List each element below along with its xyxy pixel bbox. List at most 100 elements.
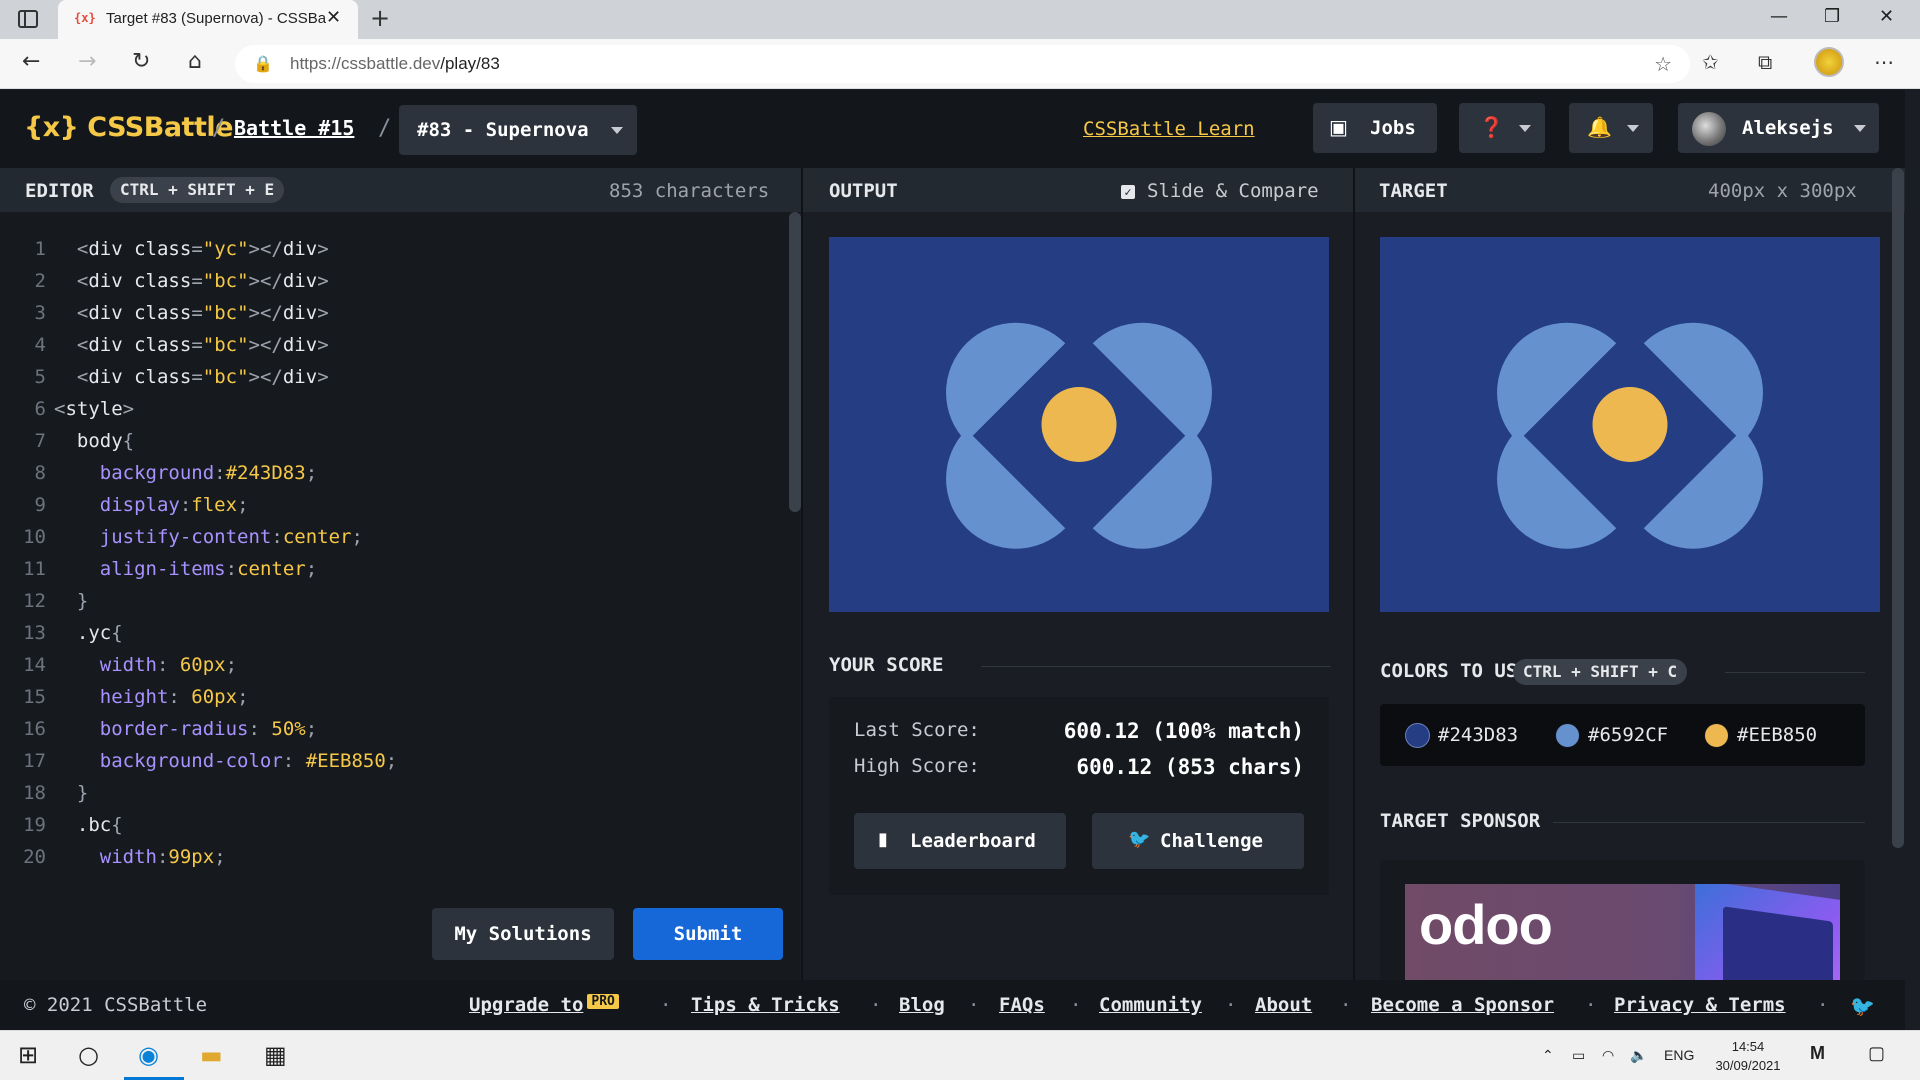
address-bar[interactable]: 🔒 https://cssbattle.dev/play/83 ☆ xyxy=(235,45,1690,83)
close-tab-icon[interactable]: ✕ xyxy=(326,7,341,28)
code-line[interactable]: 14 width: 60px; xyxy=(0,654,780,686)
high-score-value: 600.12 (853 chars) xyxy=(1076,755,1304,779)
maximize-icon[interactable]: ❐ xyxy=(1824,6,1840,27)
code-line[interactable]: 15 height: 60px; xyxy=(0,686,780,718)
code-line[interactable]: 19 .bc{ xyxy=(0,814,780,846)
collections-icon[interactable]: ⧉ xyxy=(1758,50,1772,74)
clock[interactable]: 14:54 30/09/2021 xyxy=(1708,1037,1788,1075)
sponsor-card[interactable]: odoo xyxy=(1380,860,1865,980)
challenge-button[interactable]: 🐦 Challenge xyxy=(1092,813,1304,869)
code-line[interactable]: 9 display:flex; xyxy=(0,494,780,526)
output-canvas[interactable] xyxy=(829,237,1329,612)
favorites-icon[interactable]: ✩ xyxy=(1702,50,1719,74)
tips-link[interactable]: Tips & Tricks xyxy=(691,994,840,1016)
code-text: justify-content:center; xyxy=(99,526,363,548)
browser-toolbar: ← → ↻ ⌂ 🔒 https://cssbattle.dev/play/83 … xyxy=(0,39,1920,89)
close-window-icon[interactable]: ✕ xyxy=(1879,6,1894,27)
code-line[interactable]: 1 <div class="yc"></div> xyxy=(0,238,780,270)
code-line[interactable]: 10 justify-content:center; xyxy=(0,526,780,558)
upgrade-link[interactable]: Upgrade to PRO xyxy=(469,994,619,1016)
editor-title: EDITOR xyxy=(25,180,94,202)
color-code[interactable]: #6592CF xyxy=(1588,724,1668,746)
volume-icon[interactable]: 🔈 xyxy=(1630,1047,1647,1064)
edge-icon[interactable]: ◉ xyxy=(138,1041,159,1069)
slide-compare-label: Slide & Compare xyxy=(1147,180,1319,202)
code-line[interactable]: 3 <div class="bc"></div> xyxy=(0,302,780,334)
editor-scrollbar[interactable] xyxy=(789,212,801,512)
target-dropdown[interactable]: #83 - Supernova xyxy=(399,105,637,155)
code-line[interactable]: 13 .yc{ xyxy=(0,622,780,654)
folder-icon[interactable]: ▬ xyxy=(200,1041,223,1069)
community-link[interactable]: Community xyxy=(1099,994,1202,1016)
tab-actions-icon[interactable] xyxy=(18,10,38,28)
chevron-up-icon[interactable]: ⌃ xyxy=(1542,1047,1554,1064)
user-menu[interactable]: Aleksejs xyxy=(1678,103,1879,153)
color-swatch[interactable] xyxy=(1704,723,1729,748)
cssbattle-logo[interactable]: {x} CSSBattle xyxy=(24,112,233,143)
color-code[interactable]: #243D83 xyxy=(1438,724,1518,746)
app-tray-icon[interactable]: M xyxy=(1810,1043,1825,1064)
leaderboard-button[interactable]: ▮ Leaderboard xyxy=(854,813,1066,869)
new-tab-icon[interactable]: + xyxy=(370,4,390,32)
code-line[interactable]: 5 <div class="bc"></div> xyxy=(0,366,780,398)
tab-title: Target #83 (Supernova) - CSSBattle xyxy=(106,10,326,27)
code-line[interactable]: 4 <div class="bc"></div> xyxy=(0,334,780,366)
slide-compare-toggle[interactable]: ✓ Slide & Compare xyxy=(1121,180,1319,202)
about-link[interactable]: About xyxy=(1255,994,1312,1016)
favorite-star-icon[interactable]: ☆ xyxy=(1654,52,1672,76)
code-line[interactable]: 20 width:99px; xyxy=(0,846,780,878)
page-scrollbar[interactable] xyxy=(1892,168,1904,848)
color-swatch[interactable] xyxy=(1555,723,1580,748)
line-number: 5 xyxy=(34,366,46,388)
submit-button[interactable]: Submit xyxy=(633,908,783,960)
store-icon[interactable]: ▦ xyxy=(264,1041,287,1069)
code-line[interactable]: 6 <style> xyxy=(0,398,780,430)
your-score-title: YOUR SCORE xyxy=(829,654,944,676)
sponsor-link[interactable]: Become a Sponsor xyxy=(1371,994,1554,1016)
sponsor-title: TARGET SPONSOR xyxy=(1380,810,1541,832)
color-swatch[interactable] xyxy=(1405,723,1430,748)
target-canvas xyxy=(1380,237,1880,612)
checkbox-icon[interactable]: ✓ xyxy=(1121,185,1135,199)
code-text: display:flex; xyxy=(99,494,249,516)
forward-icon[interactable]: → xyxy=(78,49,96,74)
code-line[interactable]: 2 <div class="bc"></div> xyxy=(0,270,780,302)
home-icon[interactable]: ⌂ xyxy=(188,49,202,74)
faqs-link[interactable]: FAQs xyxy=(999,994,1045,1016)
colors-shortcut: CTRL + SHIFT + C xyxy=(1513,659,1688,685)
minimize-icon[interactable]: — xyxy=(1770,6,1788,27)
sponsor-banner[interactable]: odoo xyxy=(1405,884,1840,980)
browser-profile-avatar[interactable] xyxy=(1814,47,1844,77)
color-code[interactable]: #EEB850 xyxy=(1737,724,1817,746)
wifi-icon[interactable]: ◠ xyxy=(1602,1047,1614,1064)
code-line[interactable]: 17 background-color: #EEB850; xyxy=(0,750,780,782)
line-number: 7 xyxy=(34,430,46,452)
code-line[interactable]: 11 align-items:center; xyxy=(0,558,780,590)
code-editor[interactable]: 1 <div class="yc"></div> 2 <div class="bc… xyxy=(0,212,800,980)
twitter-icon[interactable]: 🐦 xyxy=(1850,994,1875,1018)
battle-link[interactable]: Battle #15 xyxy=(234,116,354,140)
code-line[interactable]: 18 } xyxy=(0,782,780,814)
back-icon[interactable]: ← xyxy=(22,49,40,74)
jobs-button[interactable]: ▣ Jobs xyxy=(1313,103,1437,153)
search-icon[interactable]: ○ xyxy=(78,1041,99,1069)
language-indicator[interactable]: ENG xyxy=(1664,1047,1694,1063)
help-button[interactable]: ❓ xyxy=(1459,103,1545,153)
privacy-link[interactable]: Privacy & Terms xyxy=(1614,994,1786,1016)
notifications-button[interactable]: 🔔 xyxy=(1569,103,1653,153)
last-score-value: 600.12 (100% match) xyxy=(1063,719,1304,743)
notification-center-icon[interactable]: ▢ xyxy=(1868,1043,1885,1064)
code-line[interactable]: 7 body{ xyxy=(0,430,780,462)
battery-icon[interactable]: ▭ xyxy=(1572,1047,1585,1064)
footer: © 2021 CSSBattle Upgrade to PRO · Tips & … xyxy=(0,980,1905,1030)
more-options-icon[interactable]: ⋯ xyxy=(1874,50,1894,74)
learn-link[interactable]: CSSBattle Learn xyxy=(1083,118,1255,140)
windows-start-icon[interactable]: ⊞ xyxy=(18,1041,38,1069)
code-line[interactable]: 16 border-radius: 50%; xyxy=(0,718,780,750)
blog-link[interactable]: Blog xyxy=(899,994,945,1016)
code-line[interactable]: 12 } xyxy=(0,590,780,622)
refresh-icon[interactable]: ↻ xyxy=(132,49,150,74)
code-line[interactable]: 8 background:#243D83; xyxy=(0,462,780,494)
browser-tab[interactable]: {x} Target #83 (Supernova) - CSSBattle ✕ xyxy=(58,0,358,39)
my-solutions-button[interactable]: My Solutions xyxy=(432,908,614,960)
